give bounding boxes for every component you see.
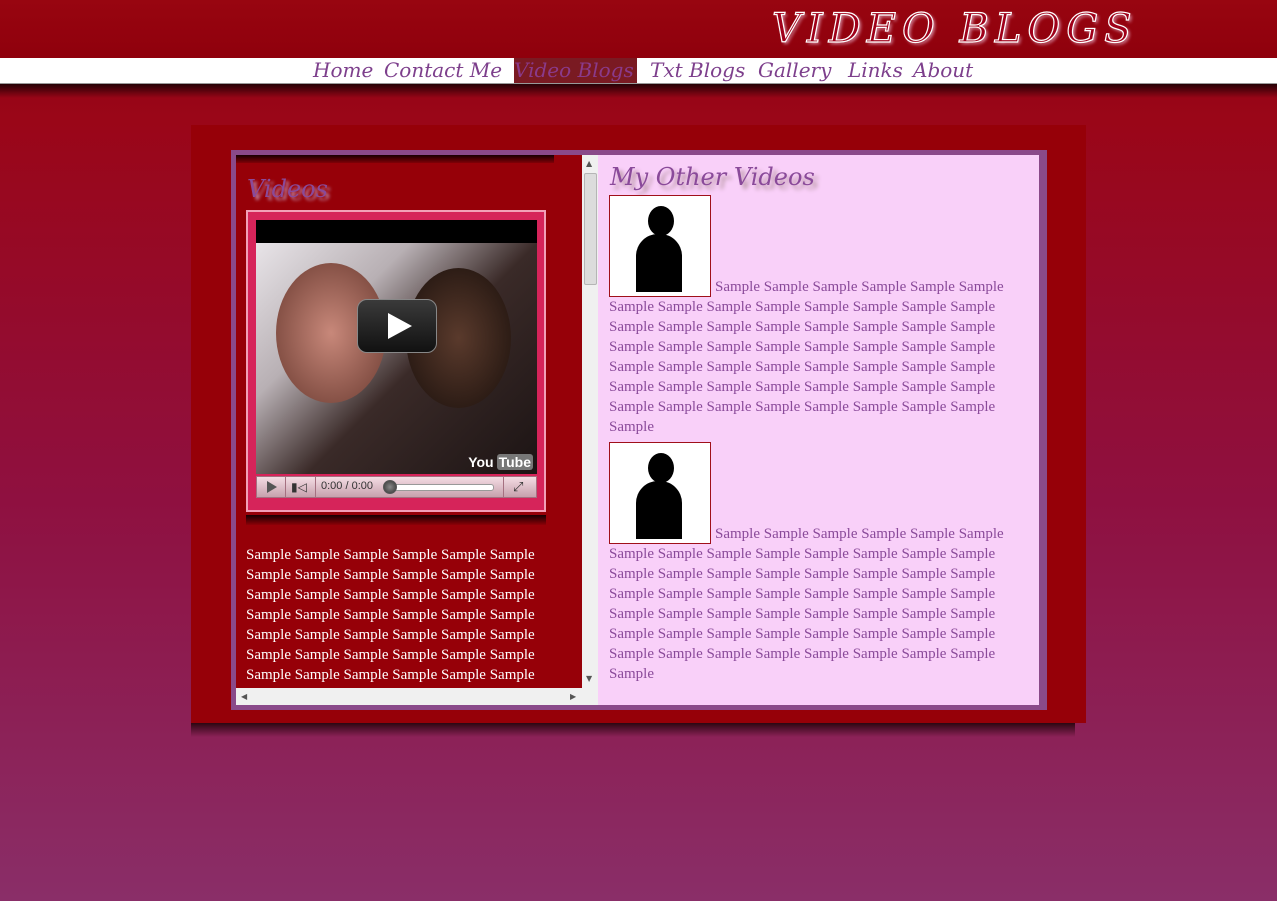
nav-about[interactable]: About — [913, 58, 973, 83]
article-text: Sample Sample Sample Sample Sample Sampl… — [609, 526, 1004, 682]
scroll-corner — [582, 688, 598, 705]
nav-video-blogs[interactable]: Video Blogs — [514, 58, 637, 83]
scroll-right-icon[interactable]: ▶ — [570, 692, 576, 701]
vertical-scrollbar[interactable]: ▲ ▼ — [582, 155, 598, 688]
play-icon — [388, 313, 412, 339]
speaker-icon: ▮◁ — [291, 480, 307, 494]
nav-contact-me[interactable]: Contact Me — [384, 58, 502, 83]
fullscreen-icon: ⤢ — [513, 479, 524, 494]
scroll-up-icon[interactable]: ▲ — [586, 159, 592, 168]
nav-gallery[interactable]: Gallery — [758, 58, 831, 83]
volume-button[interactable]: ▮◁ — [285, 477, 316, 497]
header-bar: VIDEO BLOGS — [0, 0, 1277, 58]
videos-pane: Videos You Tube ▮◁ 0:00 / 0:00 ⤢ Sample … — [236, 155, 582, 688]
player-shadow — [246, 515, 546, 525]
scroll-left-icon[interactable]: ◀ — [241, 692, 247, 701]
control-play-button[interactable] — [257, 477, 286, 497]
scrollbar-thumb[interactable] — [584, 173, 597, 285]
video-thumbnail-placeholder[interactable] — [609, 442, 711, 544]
youtube-logo-tube: Tube — [496, 454, 533, 470]
video-description: Sample Sample Sample Sample Sample Sampl… — [246, 547, 535, 683]
play-icon — [267, 481, 277, 493]
video-thumbnail-placeholder[interactable] — [609, 195, 711, 297]
nav-bar: Home Contact Me Video Blogs Txt Blogs Ga… — [0, 58, 1277, 84]
video-thumbnail[interactable] — [256, 243, 537, 474]
nav-links[interactable]: Links — [848, 58, 903, 83]
other-videos-pane: My Other Videos Sample Sample Sample Sam… — [598, 155, 1039, 705]
article-text: Sample Sample Sample Sample Sample Sampl… — [609, 279, 1004, 435]
time-readout: 0:00 / 0:00 — [321, 480, 373, 492]
nav-home[interactable]: Home — [313, 58, 373, 83]
person-icon — [648, 453, 674, 483]
seek-bar[interactable] — [387, 484, 494, 491]
video-player[interactable]: You Tube ▮◁ 0:00 / 0:00 ⤢ — [246, 210, 546, 512]
seek-handle[interactable] — [383, 480, 397, 494]
horizontal-scrollbar[interactable]: ◀ ▶ — [236, 688, 582, 705]
nav-shadow — [0, 84, 1277, 98]
youtube-logo[interactable]: You Tube — [465, 454, 533, 470]
youtube-logo-you: You — [468, 454, 494, 470]
video-article: Sample Sample Sample Sample Sample Sampl… — [609, 442, 1029, 684]
scroll-down-icon[interactable]: ▼ — [586, 674, 592, 683]
divider-shadow — [236, 155, 554, 163]
player-controls: ▮◁ 0:00 / 0:00 ⤢ — [256, 476, 537, 498]
fullscreen-button[interactable]: ⤢ — [503, 477, 537, 497]
video-article: Sample Sample Sample Sample Sample Sampl… — [609, 195, 1029, 437]
nav-txt-blogs[interactable]: Txt Blogs — [650, 58, 745, 83]
play-overlay-button[interactable] — [357, 299, 437, 353]
site-title: VIDEO BLOGS — [771, 5, 1138, 52]
other-videos-heading: My Other Videos — [610, 163, 815, 191]
person-icon — [648, 206, 674, 236]
panel-shadow — [191, 723, 1075, 737]
video-screen[interactable]: You Tube — [256, 220, 537, 474]
videos-heading: Videos — [247, 175, 328, 203]
